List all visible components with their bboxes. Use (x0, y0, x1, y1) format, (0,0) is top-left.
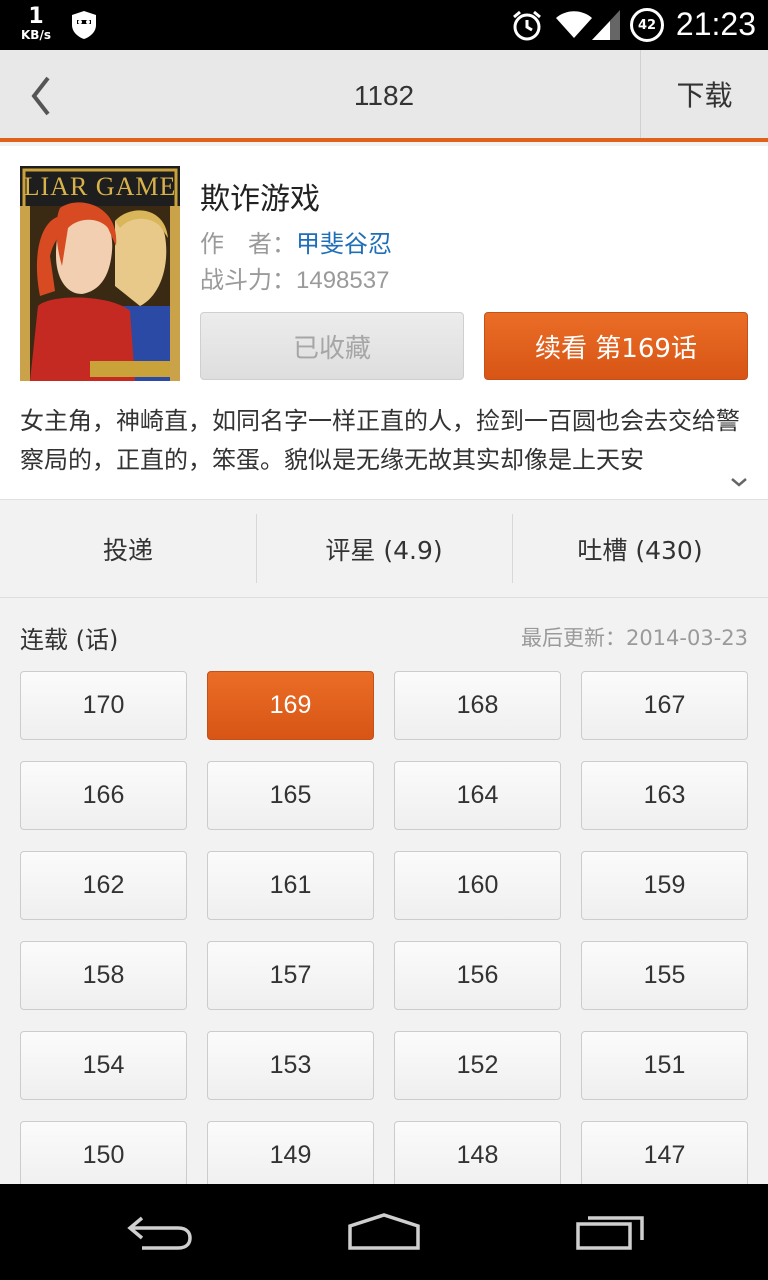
chapter-button-165[interactable]: 165 (207, 761, 374, 830)
author-row: 作 者：甲斐谷忍 (200, 224, 392, 259)
signal-icon (592, 10, 620, 40)
book-info-panel: LIAR GAME 欺诈游戏 作 者：甲斐谷忍 战斗力：1498537 已收藏 … (0, 146, 768, 500)
chapters-title: 连载 (话) (20, 626, 119, 654)
battery-icon: 42 (630, 8, 664, 42)
network-speed-value: 1 (28, 4, 44, 29)
clock: 21:23 (675, 6, 756, 42)
chapter-button-170[interactable]: 170 (20, 671, 187, 740)
chapter-button-157[interactable]: 157 (207, 941, 374, 1010)
chapter-button-148[interactable]: 148 (394, 1121, 561, 1184)
chapter-button-160[interactable]: 160 (394, 851, 561, 920)
power-row: 战斗力：1498537 (200, 260, 389, 295)
chapter-button-150[interactable]: 150 (20, 1121, 187, 1184)
chapter-button-161[interactable]: 161 (207, 851, 374, 920)
chapter-button-163[interactable]: 163 (581, 761, 748, 830)
chevron-down-icon[interactable] (730, 476, 748, 488)
tab-rating[interactable]: 评星 (4.9) (256, 500, 512, 597)
action-bar: 1182 下载 (0, 50, 768, 142)
last-update: 最后更新：2014-03-23 (520, 626, 748, 650)
book-description[interactable]: 女主角，神崎直，如同名字一样正直的人，捡到一百圆也会去交给警察局的，正直的，笨蛋… (20, 402, 752, 480)
alarm-icon (513, 10, 541, 41)
wifi-icon (556, 11, 592, 38)
download-button[interactable]: 下载 (641, 50, 768, 142)
chapter-button-166[interactable]: 166 (20, 761, 187, 830)
chapter-button-149[interactable]: 149 (207, 1121, 374, 1184)
shield-icon (72, 11, 96, 39)
chapter-button-159[interactable]: 159 (581, 851, 748, 920)
chapter-button-167[interactable]: 167 (581, 671, 748, 740)
chapter-button-162[interactable]: 162 (20, 851, 187, 920)
book-cover[interactable]: LIAR GAME (20, 166, 180, 381)
chapter-button-152[interactable]: 152 (394, 1031, 561, 1100)
chapter-grid: 170 169 168 167 166 165 164 163 162 161 160 159 158 1… (20, 671, 748, 1184)
network-speed-unit: KB/s (21, 28, 51, 42)
action-tabs: 投递 评星 (4.9) 吐槽 (430) (0, 500, 768, 598)
chapter-button-156[interactable]: 156 (394, 941, 561, 1010)
chapters-header: 连载 (话) 最后更新：2014-03-23 (0, 598, 768, 670)
author-link[interactable]: 甲斐谷忍 (296, 230, 392, 258)
continue-reading-button[interactable]: 续看 第169话 (484, 312, 748, 380)
chapter-button-147[interactable]: 147 (581, 1121, 748, 1184)
chapter-button-154[interactable]: 154 (20, 1031, 187, 1100)
back-icon[interactable] (22, 74, 62, 118)
chapter-button-164[interactable]: 164 (394, 761, 561, 830)
chapter-button-168[interactable]: 168 (394, 671, 561, 740)
navigation-bar (0, 1184, 768, 1280)
chapter-button-151[interactable]: 151 (581, 1031, 748, 1100)
power-value: 1498537 (296, 267, 390, 294)
tab-submit[interactable]: 投递 (0, 500, 256, 597)
power-label: 战斗力： (200, 267, 296, 294)
chapter-button-155[interactable]: 155 (581, 941, 748, 1010)
home-nav-icon[interactable] (346, 1212, 422, 1252)
author-label: 作 者： (200, 230, 296, 258)
tab-comments[interactable]: 吐槽 (430) (512, 500, 768, 597)
cover-lettering: LIAR GAME (23, 172, 177, 201)
chapter-button-153[interactable]: 153 (207, 1031, 374, 1100)
book-title: 欺诈游戏 (200, 182, 320, 217)
back-nav-icon[interactable] (124, 1212, 194, 1252)
recents-nav-icon[interactable] (574, 1212, 646, 1252)
collected-button[interactable]: 已收藏 (200, 312, 464, 380)
chapter-button-158[interactable]: 158 (20, 941, 187, 1010)
status-bar: 1 KB/s 42 21:23 (0, 0, 768, 50)
network-speed: 1 KB/s (18, 4, 54, 42)
chapter-button-169[interactable]: 169 (207, 671, 374, 740)
